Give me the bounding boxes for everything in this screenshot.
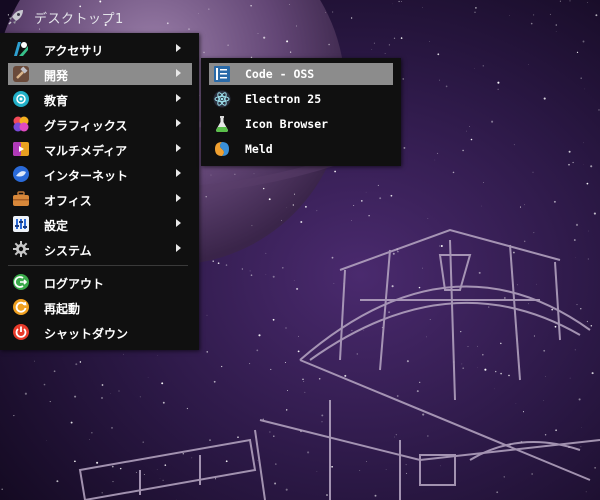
submenu-item-electron[interactable]: Electron 25 (209, 88, 393, 110)
menu-item-graphics[interactable]: グラフィックス (8, 113, 192, 135)
submenu-arrow-icon (176, 94, 181, 102)
desktop-title[interactable]: デスクトップ1 (34, 8, 124, 27)
menu-item-system[interactable]: システム (8, 238, 192, 260)
submenu-item-label: Electron 25 (245, 92, 322, 106)
menu-item-logout[interactable]: ログアウト (8, 271, 192, 293)
menu-separator (8, 265, 188, 266)
menu-item-multimedia[interactable]: マルチメディア (8, 138, 192, 160)
submenu-item-label: Icon Browser (245, 117, 329, 131)
submenu-arrow-icon (176, 119, 181, 127)
menu-item-label: システム (44, 244, 92, 258)
menu-item-label: ログアウト (44, 277, 105, 291)
submenu-arrow-icon (176, 44, 181, 52)
menu-item-development[interactable]: 開発 (8, 63, 192, 85)
multimedia-icon (13, 142, 29, 156)
menu-item-label: マルチメディア (44, 144, 128, 158)
internet-globe-icon (13, 166, 29, 182)
restart-icon (13, 299, 29, 315)
menu-item-label: オフィス (44, 194, 92, 208)
top-panel: デスクトップ1 (0, 0, 600, 33)
logout-icon (13, 274, 29, 290)
submenu-item-icon-browser[interactable]: Icon Browser (209, 113, 393, 135)
submenu-arrow-icon (176, 219, 181, 227)
menu-item-restart[interactable]: 再起動 (8, 296, 192, 318)
submenu-arrow-icon (176, 169, 181, 177)
menu-item-label: グラフィックス (44, 119, 128, 133)
menu-item-label: アクセサリ (44, 44, 104, 58)
menu-item-settings[interactable]: 設定 (8, 213, 192, 235)
education-icon (13, 91, 29, 107)
office-briefcase-icon (13, 191, 29, 206)
menu-item-shutdown[interactable]: シャットダウン (8, 321, 192, 343)
submenu-arrow-icon (176, 244, 181, 252)
submenu-item-meld[interactable]: Meld (209, 138, 393, 160)
accessories-icon (14, 42, 28, 56)
menu-item-education[interactable]: 教育 (8, 88, 192, 110)
application-menu: アクセサリ 開発 教育 グラフィックス マルチメディア インターネット オフィス… (0, 33, 199, 350)
graphics-icon (13, 116, 29, 132)
development-submenu: Code - OSS Electron 25 Icon Browser Meld (201, 58, 401, 166)
development-hammer-icon (13, 66, 29, 82)
code-oss-icon (214, 66, 230, 82)
meld-icon (215, 142, 229, 156)
settings-icon (13, 216, 29, 232)
icon-browser-flask-icon (216, 116, 228, 132)
system-gear-icon (13, 241, 29, 257)
submenu-item-code-oss[interactable]: Code - OSS (209, 63, 393, 85)
rocket-icon[interactable] (6, 7, 26, 27)
menu-item-label: 開発 (44, 69, 69, 83)
submenu-item-label: Code - OSS (245, 67, 315, 81)
submenu-item-label: Meld (245, 142, 273, 156)
menu-item-label: シャットダウン (44, 327, 129, 341)
submenu-arrow-icon (176, 144, 181, 152)
shutdown-icon (13, 324, 29, 340)
submenu-arrow-icon (176, 69, 181, 77)
electron-atom-icon (213, 90, 231, 108)
menu-item-label: 設定 (44, 219, 69, 233)
submenu-arrow-icon (176, 194, 181, 202)
menu-item-label: 再起動 (44, 302, 81, 316)
menu-item-accessories[interactable]: アクセサリ (8, 38, 192, 60)
menu-item-office[interactable]: オフィス (8, 188, 192, 210)
menu-item-label: 教育 (44, 94, 69, 108)
menu-item-label: インターネット (44, 169, 129, 183)
menu-item-internet[interactable]: インターネット (8, 163, 192, 185)
